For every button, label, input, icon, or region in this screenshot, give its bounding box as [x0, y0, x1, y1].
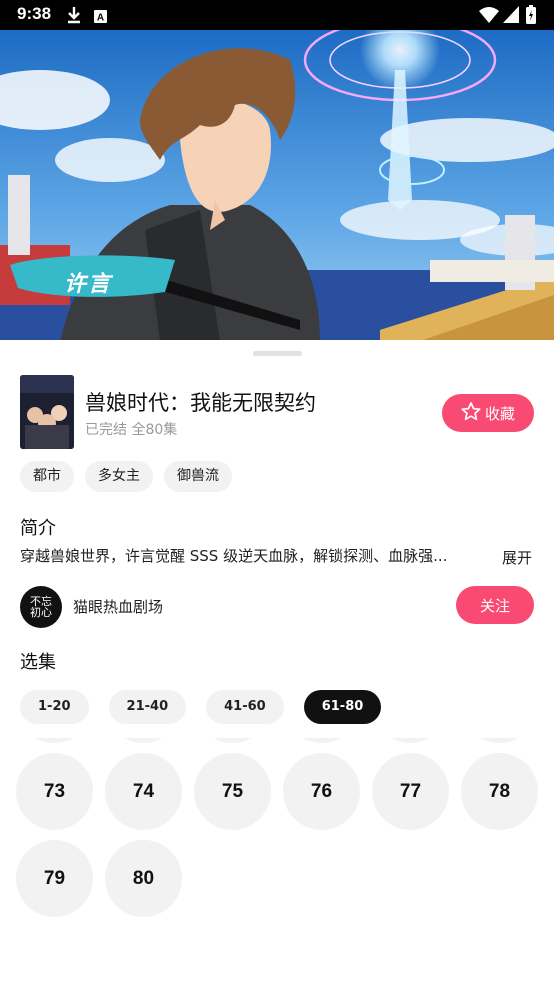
tag-list: 都市 多女主 御兽流	[20, 461, 232, 492]
drama-title: 兽娘时代：我能无限契约	[85, 391, 316, 415]
star-icon	[461, 401, 481, 425]
episode-button-partial[interactable]	[372, 738, 449, 743]
tag-chip[interactable]: 都市	[20, 461, 74, 492]
expand-button[interactable]: 展开	[502, 547, 532, 568]
episode-button-partial[interactable]	[105, 738, 182, 743]
intro-heading: 简介	[20, 518, 56, 539]
episode-button[interactable]: 78	[461, 753, 538, 830]
episode-button-partial[interactable]	[283, 738, 360, 743]
range-tab-61-80[interactable]: 61-80	[303, 690, 382, 724]
tag-chip[interactable]: 御兽流	[164, 461, 232, 492]
author-name[interactable]: 猫眼热血剧场	[73, 596, 163, 617]
follow-button[interactable]: 关注	[456, 586, 534, 624]
svg-text:A: A	[97, 13, 104, 24]
episode-button[interactable]: 74	[105, 753, 182, 830]
wifi-icon	[479, 6, 499, 27]
drag-handle[interactable]	[253, 351, 302, 356]
author-avatar[interactable]: 不忘初心	[20, 586, 62, 628]
character-name-label: 许言	[64, 272, 113, 297]
episodes-heading: 选集	[20, 652, 56, 673]
favorite-button[interactable]: 收藏	[442, 394, 534, 432]
intro-text: 穿越兽娘世界，许言觉醒 SSS 级逆天血脉，解锁探测、血脉强...	[20, 547, 448, 565]
status-time: 9:38	[17, 4, 52, 23]
battery-icon	[526, 5, 536, 28]
episode-button[interactable]: 79	[16, 840, 93, 917]
episode-button-partial[interactable]	[461, 738, 538, 743]
episode-button-partial[interactable]	[16, 738, 93, 743]
episode-button[interactable]: 76	[283, 753, 360, 830]
episode-button-partial[interactable]	[194, 738, 271, 743]
range-tab-21-40[interactable]: 21-40	[108, 690, 187, 724]
range-tab-41-60[interactable]: 41-60	[206, 690, 284, 724]
episode-button[interactable]: 80	[105, 840, 182, 917]
detail-sheet: 兽娘时代：我能无限契约 已完结 全80集 收藏 都市 多女主 御兽流 简介 穿越…	[0, 340, 554, 984]
download-icon	[66, 6, 82, 28]
episode-button[interactable]: 73	[16, 753, 93, 830]
episode-button[interactable]: 75	[194, 753, 271, 830]
a-notification-icon: A	[94, 8, 107, 27]
episode-button[interactable]: 77	[372, 753, 449, 830]
range-tab-1-20[interactable]: 1-20	[20, 690, 89, 724]
episode-range-tabs: 1-20 21-40 41-60 61-80	[20, 690, 382, 724]
status-bar: 9:38 A	[0, 0, 554, 30]
tag-chip[interactable]: 多女主	[85, 461, 153, 492]
drama-banner[interactable]: 许言	[0, 30, 554, 341]
drama-cover-image	[20, 375, 74, 449]
episode-grid: 73 74 75 76 77 78 79 80	[0, 738, 554, 938]
signal-icon	[503, 6, 519, 27]
drama-status: 已完结 全80集	[85, 422, 178, 438]
author-avatar-text: 不忘初心	[30, 595, 52, 619]
favorite-label: 收藏	[484, 404, 515, 423]
